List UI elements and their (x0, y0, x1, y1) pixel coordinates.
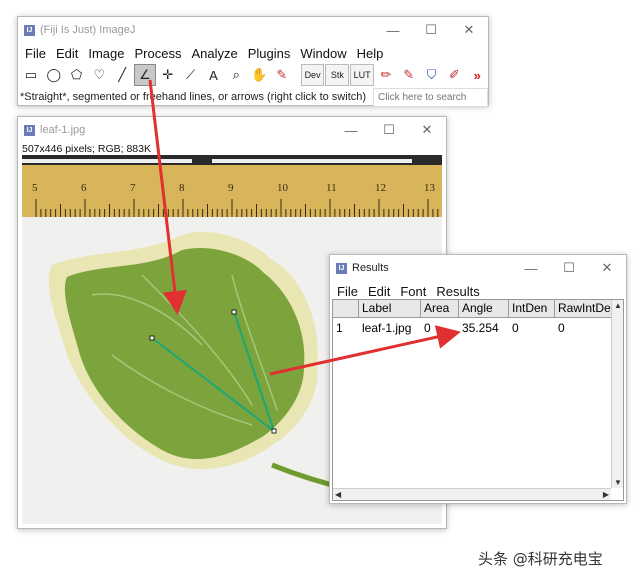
angle-tool-icon[interactable]: ∠ (134, 64, 156, 86)
minimize-button[interactable]: — (332, 117, 370, 143)
oval-tool-icon[interactable]: ◯ (43, 64, 65, 86)
table-header: Label Area Angle IntDen RawIntDen (333, 300, 623, 318)
text-tool-icon[interactable]: A (203, 64, 225, 86)
rectangle-tool-icon[interactable]: ▭ (20, 64, 42, 86)
ruler-label: 10 (277, 182, 289, 194)
hand-tool-icon[interactable]: ✋ (248, 64, 270, 86)
ruler-label: 12 (375, 182, 386, 194)
ruler-label: 7 (130, 182, 136, 194)
lut-button[interactable]: LUT (350, 64, 375, 86)
stk-button[interactable]: Stk (325, 64, 350, 86)
imagej-titlebar[interactable]: IJ (Fiji Is Just) ImageJ — ☐ ✕ (18, 17, 488, 43)
cell-angle: 35.254 (462, 321, 499, 335)
maximize-button[interactable]: ☐ (370, 117, 408, 143)
results-menu-file[interactable]: File (332, 284, 363, 299)
cell-area: 0 (424, 321, 431, 335)
flood-fill-tool-icon[interactable]: ⛉ (421, 64, 443, 86)
column-header-label[interactable]: Label (359, 300, 421, 318)
results-menubar: File Edit Font Results (330, 281, 626, 301)
close-button[interactable]: ✕ (450, 17, 488, 43)
imagej-main-window: IJ (Fiji Is Just) ImageJ — ☐ ✕ File Edit… (17, 16, 489, 107)
ruler-label: 13 (424, 182, 436, 194)
close-button[interactable]: ✕ (588, 255, 626, 281)
column-header-angle[interactable]: Angle (459, 300, 509, 318)
results-table[interactable]: Label Area Angle IntDen RawIntDen 1 leaf… (332, 299, 624, 501)
more-tools-icon[interactable]: » (466, 64, 488, 86)
scroll-left-icon[interactable]: ◀ (335, 490, 341, 499)
results-menu-results[interactable]: Results (431, 284, 484, 299)
results-titlebar[interactable]: IJ Results — ☐ ✕ (330, 255, 626, 281)
results-window: IJ Results — ☐ ✕ File Edit Font Results … (329, 254, 627, 504)
menu-file[interactable]: File (20, 46, 51, 61)
close-button[interactable]: ✕ (408, 117, 446, 143)
menu-plugins[interactable]: Plugins (243, 46, 296, 61)
column-header-index[interactable] (333, 300, 359, 318)
imagej-menubar: File Edit Image Process Analyze Plugins … (18, 43, 488, 63)
menu-process[interactable]: Process (130, 46, 187, 61)
cell-intden: 0 (512, 321, 519, 335)
results-menu-font[interactable]: Font (395, 284, 431, 299)
menu-window[interactable]: Window (295, 46, 351, 61)
scroll-up-icon[interactable]: ▲ (614, 301, 622, 310)
menu-help[interactable]: Help (352, 46, 389, 61)
scroll-right-icon[interactable]: ▶ (603, 490, 609, 499)
results-title: Results (352, 262, 389, 274)
tool-bar: ▭ ◯ ⬠ ♡ ╱ ∠ ✛ ⟋ A ⌕ ✋ ✎ Dev Stk LUT ✏ ✎ … (18, 63, 488, 87)
color-picker-tool-icon[interactable]: ✎ (271, 64, 293, 86)
ruler-label: 11 (326, 182, 337, 194)
menu-edit[interactable]: Edit (51, 46, 83, 61)
wand-tool-icon[interactable]: ⟋ (180, 64, 202, 86)
fiji-icon: IJ (24, 24, 35, 36)
leaf-titlebar[interactable]: IJ leaf-1.jpg — ☐ ✕ (18, 117, 446, 143)
menu-image[interactable]: Image (83, 46, 129, 61)
status-row: *Straight*, segmented or freehand lines,… (18, 87, 488, 107)
point-tool-icon[interactable]: ✛ (157, 64, 179, 86)
imagej-title: (Fiji Is Just) ImageJ (40, 24, 136, 36)
ruler-label: 9 (228, 182, 234, 194)
leaf-title: leaf-1.jpg (40, 124, 86, 136)
horizontal-scrollbar[interactable]: ◀ ▶ (333, 488, 611, 500)
paintbrush-tool-icon[interactable]: ✐ (443, 64, 465, 86)
results-menu-edit[interactable]: Edit (363, 284, 395, 299)
line-tool-icon[interactable]: ╱ (111, 64, 133, 86)
pencil-tool-icon[interactable]: ✏ (375, 64, 397, 86)
vertical-scrollbar[interactable]: ▲ ▼ (611, 300, 623, 488)
fiji-icon: IJ (336, 262, 347, 274)
watermark: 头条 @科研充电宝 (478, 550, 603, 568)
ruler-label: 6 (81, 182, 87, 194)
column-header-rawintden[interactable]: RawIntDen (555, 300, 615, 318)
fiji-icon: IJ (24, 124, 35, 136)
maximize-button[interactable]: ☐ (550, 255, 588, 281)
polygon-tool-icon[interactable]: ⬠ (66, 64, 88, 86)
dev-button[interactable]: Dev (300, 64, 325, 86)
cell-index: 1 (336, 321, 343, 335)
column-header-area[interactable]: Area (421, 300, 459, 318)
search-input[interactable] (373, 87, 488, 107)
scroll-down-icon[interactable]: ▼ (614, 478, 622, 487)
ruler-label: 8 (179, 182, 185, 194)
cell-label: leaf-1.jpg (362, 321, 412, 335)
status-text: *Straight*, segmented or freehand lines,… (20, 91, 367, 103)
minimize-button[interactable]: — (512, 255, 550, 281)
brush-tool-icon[interactable]: ✎ (398, 64, 420, 86)
magnifier-tool-icon[interactable]: ⌕ (225, 64, 247, 86)
table-row[interactable]: 1 leaf-1.jpg 0 35.254 0 0 (333, 318, 623, 338)
minimize-button[interactable]: — (374, 17, 412, 43)
ruler-label: 5 (32, 182, 38, 194)
freehand-tool-icon[interactable]: ♡ (88, 64, 110, 86)
maximize-button[interactable]: ☐ (412, 17, 450, 43)
column-header-intden[interactable]: IntDen (509, 300, 555, 318)
cell-rawintden: 0 (558, 321, 565, 335)
menu-analyze[interactable]: Analyze (186, 46, 242, 61)
